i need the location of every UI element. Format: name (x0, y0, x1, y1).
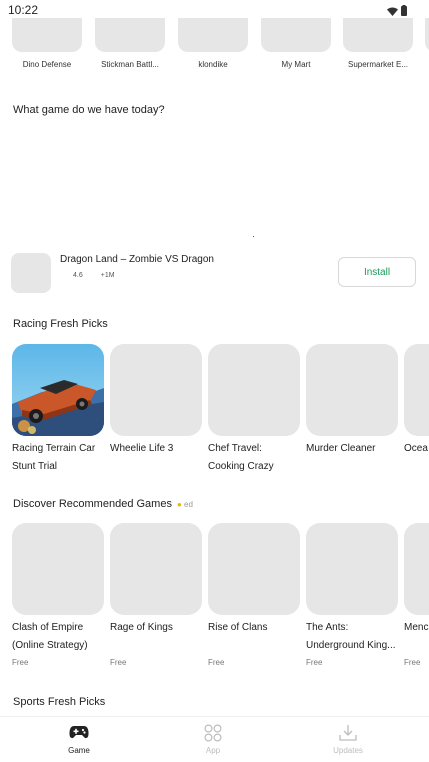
game-price: Free (110, 658, 127, 667)
nav-tab-app[interactable]: App (173, 724, 253, 755)
featured-app-rating: 4.6 (73, 272, 83, 279)
game-name: Wheelie Life 3 (110, 443, 174, 454)
section-title-text: Discover Recommended Games (13, 498, 172, 510)
game-name: Racing Terrain Car Stunt Trial (12, 443, 96, 472)
game-thumbnail (208, 523, 300, 615)
game-name: Clash of Empire (Online Strategy) (12, 622, 88, 651)
featured-app-downloads: +1M (100, 272, 115, 279)
game-thumbnail (12, 523, 104, 615)
nav-label: Game (68, 746, 90, 755)
ad-placeholder-dot (253, 236, 254, 237)
top-app-item[interactable] (425, 18, 429, 52)
featured-app-title: Dragon Land – Zombie VS Dragon (60, 254, 214, 265)
nav-label: App (205, 746, 221, 755)
app-thumbnail (178, 18, 248, 52)
gamepad-icon (39, 724, 119, 742)
download-icon (308, 724, 388, 742)
game-name: Chef Travel: Cooking Crazy (208, 443, 274, 472)
game-thumbnail (208, 344, 300, 436)
app-thumbnail (425, 18, 429, 52)
bottom-nav: Game App Updates (0, 716, 429, 762)
racing-car-image (12, 344, 104, 436)
status-bar: 10:22 (0, 0, 429, 18)
featured-app-icon (11, 253, 51, 293)
game-price: Free (208, 658, 225, 667)
game-card[interactable]: Menc mens Free (404, 523, 429, 667)
game-card[interactable]: The Ants: Underground King... Free (306, 523, 398, 667)
section-tag: ● ed (177, 500, 193, 509)
game-card[interactable]: Chef Travel: Cooking Crazy (208, 344, 300, 476)
racing-card-row: Racing Terrain Car Stunt Trial Wheelie L… (0, 344, 429, 484)
section-tag-text: ed (184, 500, 193, 509)
game-price: Free (404, 658, 421, 667)
game-card[interactable]: Rise of Clans Free (208, 523, 300, 667)
game-name: Rage of Kings (110, 622, 173, 633)
game-card[interactable]: Murder Cleaner (306, 344, 398, 476)
game-name: The Ants: Underground King... (306, 622, 396, 651)
featured-app[interactable]: Dragon Land – Zombie VS Dragon 4.6 +1M I… (11, 252, 416, 294)
game-card[interactable]: Rage of Kings Free (110, 523, 202, 667)
game-price: Free (12, 658, 29, 667)
game-card[interactable]: Racing Terrain Car Stunt Trial (12, 344, 104, 476)
section-question-heading: What game do we have today? (13, 104, 165, 116)
top-app-item[interactable]: Stickman Battl... (94, 18, 166, 69)
game-name: Murder Cleaner (306, 443, 376, 454)
install-button[interactable]: Install (338, 257, 416, 287)
section-title-racing: Racing Fresh Picks (13, 318, 108, 330)
app-label: Stickman Battl... (101, 60, 159, 69)
game-thumbnail (110, 344, 202, 436)
app-label: klondike (198, 60, 228, 69)
game-name: Menc mens (404, 622, 429, 633)
discover-card-row: Clash of Empire (Online Strategy) Free R… (0, 523, 429, 673)
status-time: 10:22 (8, 3, 39, 17)
section-title-discover: Discover Recommended Games ● ed (13, 498, 193, 510)
game-thumbnail (404, 523, 429, 615)
app-label: Dino Defense (22, 60, 72, 69)
game-card[interactable]: Wheelie Life 3 (110, 344, 202, 476)
game-card[interactable]: Ocea Stum (404, 344, 429, 476)
game-thumbnail (306, 344, 398, 436)
app-thumbnail (95, 18, 165, 52)
app-thumbnail (12, 18, 82, 52)
top-app-item[interactable]: My Mart (260, 18, 332, 69)
top-app-row: Dino Defense Stickman Battl... klondike … (0, 18, 429, 78)
game-thumbnail (12, 344, 104, 436)
game-name: Rise of Clans (208, 622, 268, 633)
app-label: My Mart (281, 60, 311, 69)
tag-dot-icon: ● (176, 500, 182, 509)
top-app-item[interactable]: klondike (177, 18, 249, 69)
game-card[interactable]: Clash of Empire (Online Strategy) Free (12, 523, 104, 667)
apps-grid-icon (173, 724, 253, 742)
app-label: Supermarket E... (347, 60, 409, 69)
nav-tab-game[interactable]: Game (39, 724, 119, 755)
game-thumbnail (110, 523, 202, 615)
game-price: Free (306, 658, 323, 667)
top-app-item[interactable]: Dino Defense (11, 18, 83, 69)
game-name: Ocea Stum (404, 443, 429, 454)
app-thumbnail (343, 18, 413, 52)
game-thumbnail (306, 523, 398, 615)
nav-label: Updates (333, 746, 363, 755)
game-thumbnail (404, 344, 429, 436)
top-app-item[interactable]: Supermarket E... (342, 18, 414, 69)
section-title-sports: Sports Fresh Picks (13, 696, 106, 708)
app-thumbnail (261, 18, 331, 52)
featured-app-meta: 4.6 +1M (73, 272, 115, 279)
nav-tab-updates[interactable]: Updates (308, 724, 388, 755)
